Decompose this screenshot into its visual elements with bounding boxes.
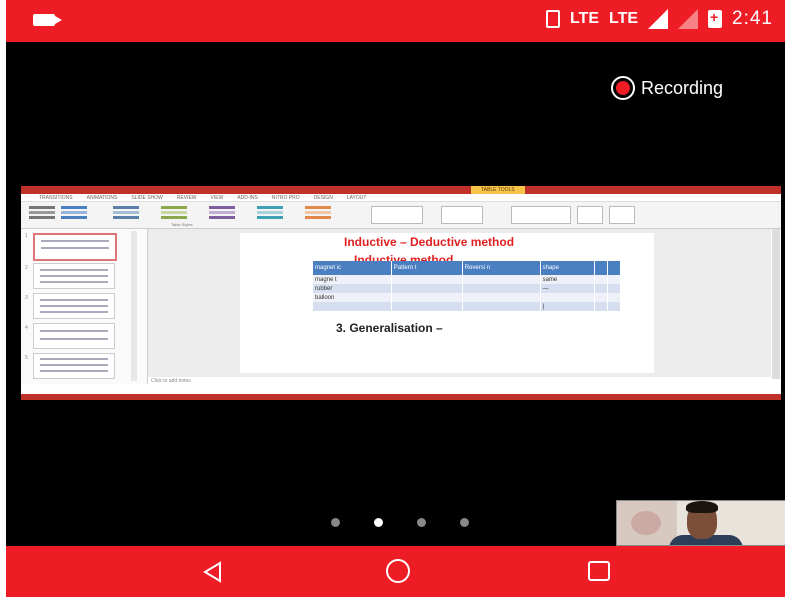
table-cell[interactable] bbox=[391, 302, 463, 311]
page-indicator bbox=[331, 518, 469, 527]
page-dot[interactable] bbox=[331, 518, 340, 527]
app-statusbar bbox=[21, 394, 781, 400]
table-cell[interactable] bbox=[391, 284, 463, 293]
nav-bar bbox=[6, 546, 785, 597]
ribbon-tab[interactable]: ANIMATIONS bbox=[87, 195, 118, 201]
thumbnail-scrollbar[interactable] bbox=[131, 231, 137, 381]
page-dot[interactable] bbox=[460, 518, 469, 527]
table-cell[interactable] bbox=[607, 302, 621, 311]
vibrate-icon bbox=[545, 10, 560, 28]
table-cell[interactable]: same bbox=[540, 275, 596, 284]
table-cell[interactable] bbox=[594, 275, 609, 284]
table-row: rubber — bbox=[313, 284, 621, 293]
table-cell[interactable]: balloon bbox=[313, 293, 392, 302]
ribbon-tab[interactable]: NITRO PRO bbox=[272, 195, 300, 201]
table-row: | bbox=[313, 302, 621, 311]
recent-apps-icon[interactable] bbox=[588, 561, 610, 581]
table-style-swatch[interactable] bbox=[113, 206, 139, 220]
editor-scrollbar[interactable] bbox=[772, 229, 780, 379]
table-cell[interactable] bbox=[594, 302, 609, 311]
recording-label: Recording bbox=[641, 77, 724, 98]
table-cell[interactable] bbox=[462, 293, 541, 302]
table-header: magnet ic bbox=[313, 261, 392, 275]
home-icon[interactable] bbox=[386, 559, 410, 583]
table-style-swatch[interactable] bbox=[209, 206, 235, 220]
table-cell[interactable] bbox=[607, 284, 621, 293]
eraser-button[interactable] bbox=[609, 206, 635, 224]
table-cell[interactable]: magne t bbox=[313, 275, 392, 284]
slide-canvas[interactable]: Inductive – Deductive method Inductive m… bbox=[240, 233, 654, 373]
table-cell[interactable]: | bbox=[540, 302, 596, 311]
page-dot[interactable] bbox=[374, 518, 383, 527]
table-header: Reversi n bbox=[462, 261, 541, 275]
slide-thumbnail[interactable] bbox=[33, 233, 117, 261]
table-cell[interactable] bbox=[313, 302, 392, 311]
slide-thumbnail[interactable] bbox=[33, 263, 115, 289]
table-cell[interactable] bbox=[391, 275, 463, 284]
context-tab[interactable]: TABLE TOOLS bbox=[471, 186, 525, 194]
clock: 2:41 bbox=[732, 8, 773, 29]
slide-title: Inductive – Deductive method bbox=[344, 235, 515, 249]
slide-thumbnail[interactable] bbox=[33, 293, 115, 319]
ribbon-tab[interactable]: DESIGN bbox=[314, 195, 333, 201]
table-header bbox=[607, 261, 621, 275]
table-cell[interactable] bbox=[462, 302, 541, 311]
slide-thumbnails: 1 2 3 4 5 bbox=[21, 229, 148, 384]
camera-preview[interactable] bbox=[616, 500, 785, 546]
pen-weight-control[interactable] bbox=[511, 206, 571, 224]
signal-icon bbox=[648, 9, 669, 29]
recording-indicator[interactable]: Recording bbox=[611, 76, 723, 100]
shared-screen: TABLE TOOLS TRANSITIONS ANIMATIONS SLIDE… bbox=[21, 186, 781, 400]
ribbon-tab[interactable]: LAYOUT bbox=[347, 195, 367, 201]
table-style-swatch[interactable] bbox=[161, 206, 187, 220]
ribbon-tab[interactable]: TRANSITIONS bbox=[39, 195, 73, 201]
table-cell[interactable] bbox=[391, 293, 463, 302]
table-style-swatch[interactable] bbox=[29, 206, 55, 220]
signal-icon-secondary bbox=[678, 9, 699, 29]
ribbon-tab[interactable]: REVIEW bbox=[177, 195, 197, 201]
network-type-2: LTE bbox=[608, 10, 639, 27]
table-cell[interactable] bbox=[594, 293, 609, 302]
table-cell[interactable]: — bbox=[540, 284, 596, 293]
table-cell[interactable]: rubber bbox=[313, 284, 392, 293]
app-titlebar: TABLE TOOLS bbox=[21, 186, 781, 194]
slide-body-text: 3. Generalisation – bbox=[336, 321, 443, 335]
record-icon bbox=[611, 76, 635, 100]
notes-placeholder[interactable]: Click to add notes bbox=[151, 378, 191, 384]
quick-styles-control[interactable] bbox=[441, 206, 483, 224]
draw-table-button[interactable] bbox=[577, 206, 603, 224]
table-cell[interactable] bbox=[462, 275, 541, 284]
ribbon-tab[interactable]: VIEW bbox=[211, 195, 224, 201]
slide-table[interactable]: magnet ic Pattern t Reversi n shape magn… bbox=[313, 261, 621, 311]
table-cell[interactable] bbox=[462, 284, 541, 293]
battery-icon bbox=[708, 9, 723, 28]
table-cell[interactable] bbox=[607, 293, 621, 302]
ribbon-tabs: TRANSITIONS ANIMATIONS SLIDE SHOW REVIEW… bbox=[21, 194, 781, 202]
table-row: balloon bbox=[313, 293, 621, 302]
status-bar: LTE LTE 2:41 bbox=[6, 0, 785, 42]
table-cell[interactable] bbox=[607, 275, 621, 284]
ribbon: Table Styles bbox=[21, 202, 781, 229]
table-header: Pattern t bbox=[391, 261, 463, 275]
slide-thumbnail[interactable] bbox=[33, 323, 115, 349]
table-header: shape bbox=[540, 261, 596, 275]
table-style-swatch[interactable] bbox=[257, 206, 283, 220]
ribbon-group-label: Table Styles bbox=[171, 222, 193, 227]
shading-control[interactable] bbox=[371, 206, 423, 224]
phone-frame: LTE LTE 2:41 Recording TABLE TOOLS TRANS… bbox=[6, 0, 785, 597]
table-header bbox=[594, 261, 609, 275]
ribbon-tab[interactable]: ADD-INS bbox=[237, 195, 258, 201]
slide-thumbnail[interactable] bbox=[33, 353, 115, 379]
table-style-swatch[interactable] bbox=[305, 206, 331, 220]
page-dot[interactable] bbox=[417, 518, 426, 527]
back-icon[interactable] bbox=[202, 561, 224, 583]
table-cell[interactable] bbox=[540, 293, 596, 302]
slide-editor: Inductive – Deductive method Inductive m… bbox=[148, 229, 771, 377]
table-style-swatch[interactable] bbox=[61, 206, 87, 220]
network-type-1: LTE bbox=[569, 10, 599, 27]
table-row: magne t same bbox=[313, 275, 621, 284]
ribbon-tab[interactable]: SLIDE SHOW bbox=[131, 195, 162, 201]
video-call-icon bbox=[33, 14, 62, 26]
table-cell[interactable] bbox=[594, 284, 609, 293]
